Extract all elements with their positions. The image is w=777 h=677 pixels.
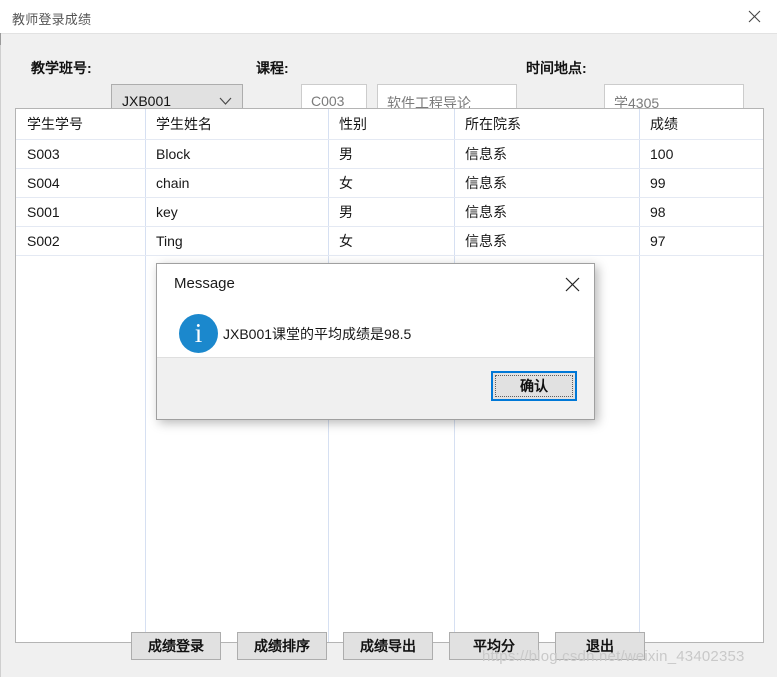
column-header-student-id[interactable]: 学生学号	[16, 109, 145, 140]
cell-gender: 女	[339, 233, 353, 249]
cell-student-name: Ting	[156, 233, 183, 249]
action-button-bar: 成绩登录 成绩排序 成绩导出 平均分 退出	[1, 632, 777, 677]
average-score-button[interactable]: 平均分	[449, 632, 539, 660]
window-title: 教师登录成绩	[12, 12, 92, 27]
column-header-gender[interactable]: 性别	[328, 109, 454, 140]
cell-student-name: key	[156, 204, 178, 220]
cell-gender: 男	[339, 204, 353, 220]
class-select-value: JXB001	[122, 93, 172, 109]
table-row[interactable]: S004 chain 女 信息系 99	[16, 169, 763, 198]
table-row[interactable]: S003 Block 男 信息系 100	[16, 139, 763, 169]
cell-gender: 女	[339, 175, 353, 191]
cell-student-id: S001	[27, 204, 60, 220]
grade-sort-button[interactable]: 成绩排序	[237, 632, 327, 660]
cell-score: 99	[650, 175, 666, 191]
dialog-title: Message	[174, 275, 235, 292]
filter-form: 教学班号: JXB001 课程: C003 软件工程导论 时间地点: 学4305	[1, 34, 777, 118]
cell-student-name: chain	[156, 175, 190, 191]
window-titlebar: 教师登录成绩	[0, 0, 777, 34]
dialog-close-button[interactable]	[556, 270, 588, 298]
cell-student-name: Block	[156, 146, 191, 162]
message-dialog: Message i JXB001课堂的平均成绩是98.5 确认	[156, 263, 595, 420]
dialog-footer: 确认	[157, 357, 594, 419]
column-header-student-name[interactable]: 学生姓名	[145, 109, 328, 140]
close-icon	[748, 10, 760, 23]
cell-department: 信息系	[465, 146, 507, 162]
cell-gender: 男	[339, 146, 353, 162]
dialog-confirm-label: 确认	[495, 375, 573, 397]
grade-export-button[interactable]: 成绩导出	[343, 632, 433, 660]
cell-student-id: S004	[27, 175, 60, 191]
application-window: 教师登录成绩 教学班号: JXB001 课程: C003 软件工程导论 时间地点…	[0, 0, 777, 677]
cell-score: 97	[650, 233, 666, 249]
cell-department: 信息系	[465, 204, 507, 220]
chevron-down-icon	[219, 97, 232, 105]
dialog-confirm-button[interactable]: 确认	[491, 371, 577, 401]
table-row[interactable]: S002 Ting 女 信息系 97	[16, 227, 763, 256]
course-code-value: C003	[311, 93, 345, 109]
window-close-button[interactable]	[731, 0, 777, 33]
close-icon	[565, 277, 579, 291]
cell-department: 信息系	[465, 233, 507, 249]
dialog-message: JXB001课堂的平均成绩是98.5	[223, 326, 412, 342]
cell-student-id: S002	[27, 233, 60, 249]
course-label: 课程:	[256, 60, 289, 76]
column-header-score[interactable]: 成绩	[639, 109, 763, 140]
cell-score: 100	[650, 146, 674, 162]
info-icon: i	[179, 314, 218, 353]
exit-button[interactable]: 退出	[555, 632, 645, 660]
column-header-department[interactable]: 所在院系	[454, 109, 639, 140]
cell-student-id: S003	[27, 146, 60, 162]
grade-table: 学生学号 学生姓名 性别 所在院系 成绩 S003 Block 男 信息系 10…	[16, 109, 763, 256]
table-row[interactable]: S001 key 男 信息系 98	[16, 198, 763, 227]
time-place-label: 时间地点:	[526, 60, 587, 76]
cell-score: 98	[650, 204, 666, 220]
class-label: 教学班号:	[31, 60, 92, 76]
table-header-row: 学生学号 学生姓名 性别 所在院系 成绩	[16, 109, 763, 140]
grade-entry-button[interactable]: 成绩登录	[131, 632, 221, 660]
cell-department: 信息系	[465, 175, 507, 191]
